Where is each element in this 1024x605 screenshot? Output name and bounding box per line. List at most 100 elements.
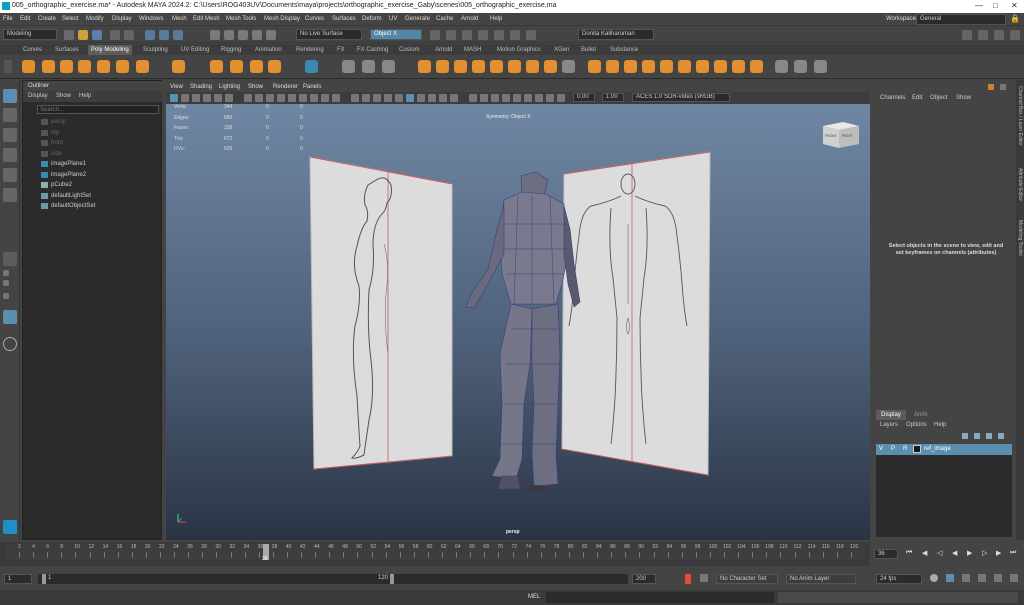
poly-cube-icon[interactable] (42, 60, 55, 73)
cache-icon[interactable] (994, 574, 1002, 582)
tab-modeling-toolkit[interactable]: Modeling Toolkit (1017, 220, 1023, 256)
shelf-tab-xgen[interactable]: XGen (551, 45, 572, 55)
snap-curve-icon[interactable] (224, 30, 234, 40)
toggle-attribute-editor-icon[interactable] (978, 30, 988, 40)
sound-icon[interactable] (946, 574, 954, 582)
outliner-item[interactable]: imagePlane1 (41, 161, 86, 167)
outliner-item[interactable]: imagePlane2 (41, 171, 86, 178)
shelf-tab-animation[interactable]: Animation (252, 45, 285, 55)
snap-point-icon[interactable] (238, 30, 248, 40)
menuset-dropdown[interactable]: Modeling (3, 29, 57, 40)
go-to-end-icon[interactable]: ⏭ (1010, 549, 1016, 557)
menu-file[interactable]: File (3, 16, 13, 22)
menu-cache[interactable]: Cache (436, 16, 453, 22)
tab-channel-box-layer-editor[interactable]: Channel Box / Layer Editor (1017, 86, 1023, 146)
viewport-tool-icon[interactable] (192, 94, 200, 102)
play-forwards-icon[interactable]: ▶ (967, 549, 972, 557)
layer-new-empty-icon[interactable] (986, 433, 992, 439)
viewport-tool-icon[interactable] (491, 94, 499, 102)
viewport-tool-icon[interactable] (406, 94, 414, 102)
paint-select-tool-icon[interactable] (3, 128, 17, 142)
user-account-dropdown[interactable]: Donita Kaliharuman (578, 29, 654, 40)
anim-layer-dropdown[interactable]: No Anim Layer (786, 574, 856, 584)
lasso-tool-icon[interactable] (3, 108, 17, 122)
shelf-tab-substance[interactable]: Substance (607, 45, 641, 55)
viewport-tool-icon[interactable] (450, 94, 458, 102)
viewport-tool-icon[interactable] (225, 94, 233, 102)
scale-tool-icon[interactable] (3, 188, 17, 202)
layer-tab-anim[interactable]: Anim (914, 410, 928, 420)
menu-windows[interactable]: Windows (139, 16, 163, 22)
menu-deform[interactable]: Deform (362, 16, 382, 22)
edit-mode-icon[interactable] (775, 60, 788, 73)
shelf-tab-mash[interactable]: MASH (461, 45, 484, 55)
character-set-dropdown[interactable]: No Character Set (716, 574, 778, 584)
viewport-tool-icon[interactable] (502, 94, 510, 102)
layers-menu-options[interactable]: Options (906, 422, 927, 428)
ghost-icon[interactable] (978, 574, 986, 582)
offset-edge-icon[interactable] (660, 60, 673, 73)
layout-single-icon[interactable] (3, 252, 17, 266)
menu-select[interactable]: Select (62, 16, 79, 22)
maximize-icon[interactable]: □ (993, 1, 998, 10)
viewport-tool-icon[interactable] (428, 94, 436, 102)
viewport-tool-icon[interactable] (214, 94, 222, 102)
viewport-tool-icon[interactable] (362, 94, 370, 102)
colorspace-dropdown[interactable]: ACES 1.0 SDR-video (sRGB) (632, 93, 730, 102)
outliner-item[interactable]: top (41, 129, 59, 136)
viewport-tool-icon[interactable] (277, 94, 285, 102)
playback-speed-icon[interactable] (962, 574, 970, 582)
snap-surface-icon[interactable] (266, 30, 276, 40)
sweep-mesh-icon[interactable] (210, 60, 223, 73)
menu-create[interactable]: Create (38, 16, 56, 22)
outliner-item[interactable]: pCube2 (41, 182, 72, 188)
target-weld-icon[interactable] (588, 60, 601, 73)
shelf-tab-fx-caching[interactable]: FX Caching (354, 45, 391, 55)
step-forward-key-icon[interactable]: ▶ (996, 549, 1001, 557)
menu-mesh-tools[interactable]: Mesh Tools (226, 16, 256, 22)
viewport-tool-icon[interactable] (384, 94, 392, 102)
viewport-tool-icon[interactable] (266, 94, 274, 102)
bool-intersect-icon[interactable] (508, 60, 521, 73)
poly-torus-icon[interactable] (97, 60, 110, 73)
outliner-item[interactable]: defaultObjectSet (41, 203, 95, 209)
tab-attribute-editor[interactable]: Attribute Editor (1017, 168, 1023, 201)
viewport-tool-icon[interactable] (524, 94, 532, 102)
animation-start-field[interactable]: 1 (4, 574, 32, 584)
redo-icon[interactable] (124, 30, 134, 40)
live-surface-field[interactable]: No Live Surface (296, 29, 362, 40)
step-back-key-icon[interactable]: ◀ (922, 549, 927, 557)
viewport-tool-icon[interactable] (332, 94, 340, 102)
select-component-icon[interactable] (173, 30, 183, 40)
menu-generate[interactable]: Generate (405, 16, 430, 22)
layer-name[interactable]: ref_image (924, 446, 951, 452)
menu-mesh-display[interactable]: Mesh Display (264, 16, 300, 22)
fill-hole-icon[interactable] (544, 60, 557, 73)
fps-dropdown[interactable]: 24 fps (876, 574, 922, 584)
viewport-tool-icon[interactable] (557, 94, 565, 102)
viewport-tool-icon[interactable] (480, 94, 488, 102)
render-view-icon[interactable] (446, 30, 456, 40)
viewport-tool-icon[interactable] (310, 94, 318, 102)
mash-logo-icon[interactable] (3, 520, 17, 534)
shelf-tab-custom[interactable]: Custom (396, 45, 423, 55)
play-backwards-icon[interactable]: ◀ (952, 549, 957, 557)
layer-playback-toggle[interactable]: P (891, 446, 895, 452)
viewport-tool-icon[interactable] (255, 94, 263, 102)
viewport-tool-icon[interactable] (417, 94, 425, 102)
shelf-tab-motion-graphics[interactable]: Motion Graphics (494, 45, 544, 55)
outliner-item[interactable]: defaultLightSet (41, 192, 91, 199)
shelf-tab-uv-editing[interactable]: UV Editing (178, 45, 212, 55)
viewport-menu-show[interactable]: Show (248, 84, 263, 90)
viewport-tool-icon[interactable] (546, 94, 554, 102)
toggle-channel-box-icon[interactable] (1010, 30, 1020, 40)
shelf-tab-fx[interactable]: FX (334, 45, 348, 55)
viewport-menu-panels[interactable]: Panels (303, 84, 321, 90)
uv-editor-icon[interactable] (750, 60, 763, 73)
current-frame-field[interactable]: 36 (874, 549, 898, 559)
exposure-field[interactable]: 0.00 (573, 93, 595, 102)
go-to-start-icon[interactable]: ⏮ (906, 549, 912, 557)
menu-surfaces[interactable]: Surfaces (332, 16, 356, 22)
viewport-tool-icon[interactable] (321, 94, 329, 102)
menu-uv[interactable]: UV (389, 16, 397, 22)
